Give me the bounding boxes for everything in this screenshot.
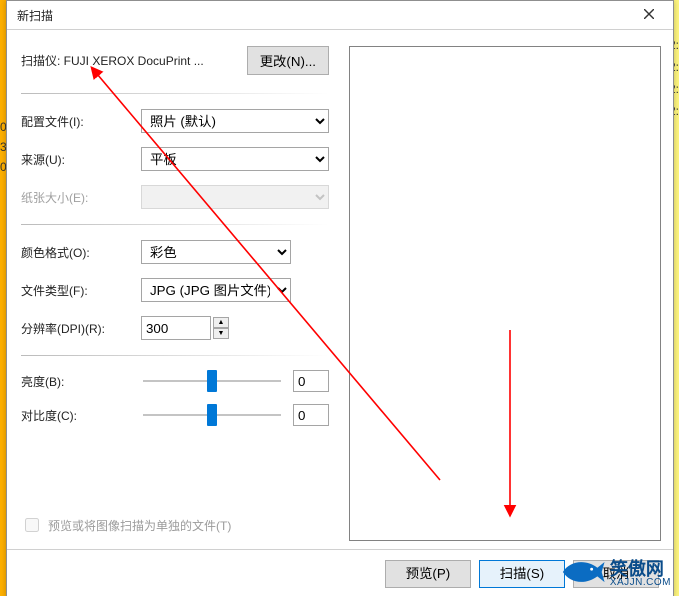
- contrast-row: 对比度(C):: [21, 404, 329, 426]
- brightness-value[interactable]: [293, 370, 329, 392]
- profile-label: 配置文件(I):: [21, 113, 131, 130]
- scan-dialog: 新扫描 扫描仪: FUJI XEROX DocuPrint ... 更改(N).…: [6, 0, 674, 596]
- settings-panel: 扫描仪: FUJI XEROX DocuPrint ... 更改(N)... 配…: [7, 30, 343, 549]
- divider: [21, 93, 329, 94]
- dpi-input[interactable]: [141, 316, 211, 340]
- scanner-row: 扫描仪: FUJI XEROX DocuPrint ... 更改(N)...: [21, 46, 329, 75]
- paper-size-label: 纸张大小(E):: [21, 189, 131, 206]
- preview-area[interactable]: [349, 46, 661, 541]
- slider-thumb-icon: [207, 404, 217, 426]
- dialog-body: 扫描仪: FUJI XEROX DocuPrint ... 更改(N)... 配…: [7, 30, 673, 596]
- dpi-label: 分辨率(DPI)(R):: [21, 320, 131, 337]
- cancel-button[interactable]: 取消: [573, 560, 659, 588]
- dpi-row: 分辨率(DPI)(R): ▲ ▼: [21, 315, 329, 341]
- scan-button[interactable]: 扫描(S): [479, 560, 565, 588]
- separate-files-row: 预览或将图像扫描为单独的文件(T): [21, 515, 329, 539]
- dialog-footer: 预览(P) 扫描(S) 取消: [7, 549, 673, 596]
- brightness-slider[interactable]: [143, 371, 281, 391]
- separate-files-label: 预览或将图像扫描为单独的文件(T): [48, 517, 231, 534]
- file-type-select[interactable]: JPG (JPG 图片文件): [141, 278, 291, 302]
- brightness-label: 亮度(B):: [21, 373, 131, 390]
- file-type-label: 文件类型(F):: [21, 282, 131, 299]
- color-format-label: 颜色格式(O):: [21, 244, 131, 261]
- main-area: 扫描仪: FUJI XEROX DocuPrint ... 更改(N)... 配…: [7, 30, 673, 549]
- scanner-label: 扫描仪: FUJI XEROX DocuPrint ...: [21, 52, 237, 69]
- contrast-value[interactable]: [293, 404, 329, 426]
- preview-button[interactable]: 预览(P): [385, 560, 471, 588]
- paper-size-row: 纸张大小(E):: [21, 184, 329, 210]
- close-icon: [644, 8, 654, 22]
- slider-thumb-icon: [207, 370, 217, 392]
- dpi-step-down[interactable]: ▼: [213, 328, 229, 339]
- divider: [21, 224, 329, 225]
- source-label: 来源(U):: [21, 151, 131, 168]
- contrast-slider[interactable]: [143, 405, 281, 425]
- file-type-row: 文件类型(F): JPG (JPG 图片文件): [21, 277, 329, 303]
- preview-panel: [343, 30, 673, 549]
- profile-select[interactable]: 照片 (默认): [141, 109, 329, 133]
- titlebar: 新扫描: [7, 1, 673, 30]
- close-button[interactable]: [631, 4, 667, 26]
- color-format-row: 颜色格式(O): 彩色: [21, 239, 329, 265]
- paper-size-select: [141, 185, 329, 209]
- brightness-row: 亮度(B):: [21, 370, 329, 392]
- source-row: 来源(U): 平板: [21, 146, 329, 172]
- profile-row: 配置文件(I): 照片 (默认): [21, 108, 329, 134]
- dialog-title: 新扫描: [17, 7, 53, 24]
- app-root: 09 3: 09 2: 2: 2: 2: 新扫描 扫描仪: FUJI XEROX…: [0, 0, 679, 596]
- divider: [21, 355, 329, 356]
- separate-files-checkbox: [25, 518, 39, 532]
- contrast-label: 对比度(C):: [21, 407, 131, 424]
- source-select[interactable]: 平板: [141, 147, 329, 171]
- color-format-select[interactable]: 彩色: [141, 240, 291, 264]
- change-scanner-button[interactable]: 更改(N)...: [247, 46, 329, 75]
- dpi-step-up[interactable]: ▲: [213, 317, 229, 328]
